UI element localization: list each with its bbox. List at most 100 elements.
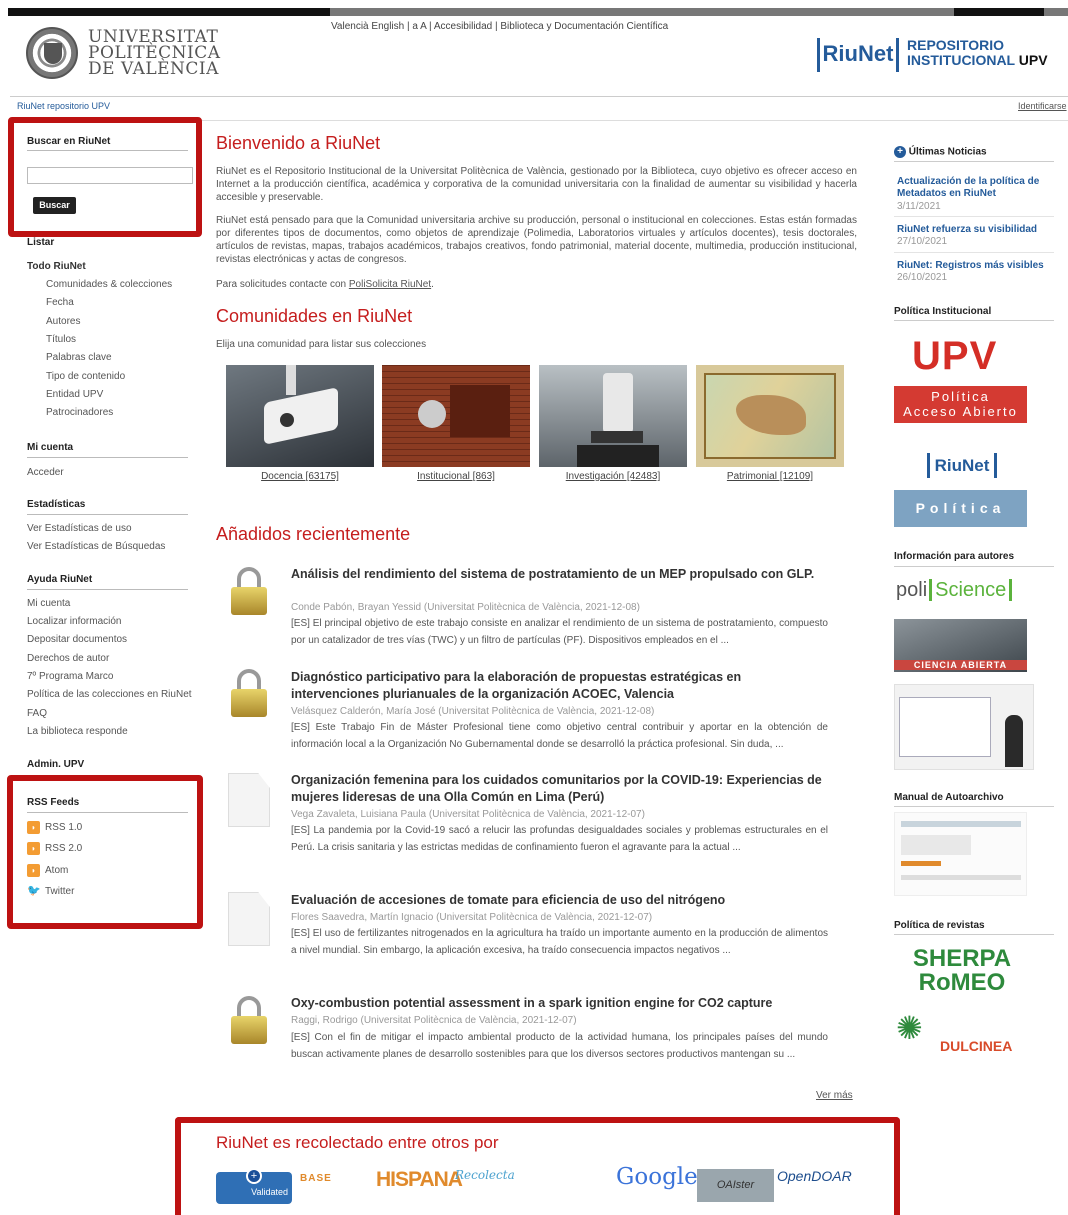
institucional-image[interactable]: [382, 365, 530, 467]
item-abstract: [ES] El principal objetivo de este traba…: [291, 618, 828, 646]
document-icon: [228, 773, 270, 827]
sherpa-romeo-logo[interactable]: SHERPA RoMEO: [898, 947, 1026, 995]
ayuda-biblioteca[interactable]: La biblioteca responde: [27, 726, 128, 737]
divider: [27, 812, 188, 813]
ayuda-title: Ayuda RiuNet: [27, 574, 93, 585]
ayuda-programa[interactable]: 7º Programa Marco: [27, 671, 113, 682]
news-item-date: 27/10/2021: [897, 236, 948, 247]
todo-riunet: Todo RiuNet: [27, 261, 86, 272]
ayuda-derechos[interactable]: Derechos de autor: [27, 653, 109, 664]
divider: [27, 150, 188, 151]
stats-uso-link[interactable]: Ver Estadísticas de uso: [27, 523, 132, 534]
autores-title: Información para autores: [894, 551, 1015, 562]
ayuda-depositar[interactable]: Depositar documentos: [27, 634, 127, 645]
browse-palabras[interactable]: Palabras clave: [46, 352, 112, 363]
browse-fecha[interactable]: Fecha: [46, 297, 74, 308]
news-item-date: 26/10/2021: [897, 272, 948, 283]
politica-banner[interactable]: Política: [894, 490, 1027, 527]
oaister-logo[interactable]: OAIster: [697, 1169, 774, 1202]
video-thumbnail[interactable]: [894, 684, 1034, 770]
item-title[interactable]: Diagnóstico participativo para la elabor…: [291, 669, 831, 703]
investigacion-link[interactable]: Investigación [42483]: [539, 471, 687, 482]
recolecta-logo[interactable]: Recolecta: [455, 1168, 515, 1182]
cuenta-title: Mi cuenta: [27, 442, 74, 453]
stats-title: Estadísticas: [27, 499, 86, 510]
news-item-title[interactable]: Actualización de la política de Metadato…: [897, 176, 1047, 200]
top-bar: [8, 8, 1068, 16]
comunidades-subtitle: Elija una comunidad para listar sus cole…: [216, 339, 427, 350]
ciencia-abierta-banner[interactable]: CIENCIA ABIERTA: [894, 619, 1027, 672]
search-button[interactable]: Buscar: [33, 197, 76, 214]
polisolicita-link[interactable]: PoliSolicita RiuNet: [349, 279, 431, 290]
swirl-icon: ✺: [896, 1010, 923, 1046]
search-input[interactable]: [27, 167, 193, 184]
contact-paragraph: Para solicitudes contacte con PoliSolici…: [216, 279, 434, 290]
patrimonial-link[interactable]: Patrimonial [12109]: [696, 471, 844, 482]
lock-icon: [231, 669, 267, 717]
ayuda-mi-cuenta[interactable]: Mi cuenta: [27, 598, 70, 609]
item-title[interactable]: Organización femenina para los cuidados …: [291, 772, 831, 806]
top-links[interactable]: Valencià English | a A | Accesibilidad |…: [331, 21, 668, 32]
stats-busquedas-link[interactable]: Ver Estadísticas de Búsquedas: [27, 541, 165, 552]
item-author: Velásquez Calderón, María José (Universi…: [291, 706, 655, 717]
intro-paragraph: RiuNet es el Repositorio Institucional d…: [216, 166, 857, 203]
plus-icon: +: [246, 1168, 262, 1184]
ayuda-faq[interactable]: FAQ: [27, 708, 47, 719]
validated-logo[interactable]: Validated +: [216, 1168, 292, 1204]
rss-icon: ◗: [27, 821, 40, 834]
docencia-link[interactable]: Docencia [63175]: [226, 471, 374, 482]
base-logo[interactable]: BASE: [300, 1173, 375, 1187]
item-title[interactable]: Evaluación de accesiones de tomate para …: [291, 892, 831, 909]
document-icon: [228, 892, 270, 946]
breadcrumb[interactable]: RiuNet repositorio UPV: [17, 101, 110, 111]
comunidades-title: Comunidades en RiuNet: [216, 306, 413, 326]
rss1-link[interactable]: ◗ RSS 1.0: [27, 821, 82, 834]
riunet-small-logo[interactable]: RiuNet: [927, 453, 997, 478]
welcome-title: Bienvenido a RiuNet: [216, 133, 381, 153]
twitter-link[interactable]: 🐦 Twitter: [27, 885, 74, 898]
login-link[interactable]: Identificarse: [1018, 101, 1067, 111]
ver-mas-link[interactable]: Ver más: [816, 1090, 853, 1101]
atom-link[interactable]: ◗ Atom: [27, 864, 68, 877]
manual-thumbnail[interactable]: [894, 812, 1027, 896]
ayuda-localizar[interactable]: Localizar información: [27, 616, 122, 627]
google-scholar-logo[interactable]: Google: [616, 1164, 698, 1190]
rss-icon: ◗: [27, 864, 40, 877]
rss2-link[interactable]: ◗ RSS 2.0: [27, 842, 82, 855]
rss-title: RSS Feeds: [27, 797, 80, 808]
ayuda-politica[interactable]: Política de las colecciones en RiuNet: [27, 689, 192, 700]
browse-comunidades[interactable]: Comunidades & colecciones: [46, 279, 172, 290]
admin-link[interactable]: Admin. UPV: [27, 759, 84, 770]
opendoar-logo[interactable]: OpenDOAR: [777, 1168, 852, 1184]
docencia-image[interactable]: [226, 365, 374, 467]
acceder-link[interactable]: Acceder: [27, 467, 64, 478]
upv-logo[interactable]: UPV: [912, 334, 997, 379]
browse-titulos[interactable]: Títulos: [46, 334, 76, 345]
hispana-logo[interactable]: HISPANA: [376, 1168, 463, 1192]
divider: [27, 457, 188, 458]
university-name[interactable]: UNIVERSITAT POLITÈCNICA DE VALÈNCIA: [88, 29, 221, 78]
browse-entidad[interactable]: Entidad UPV: [46, 389, 103, 400]
patrimonial-image[interactable]: [696, 365, 844, 467]
item-title[interactable]: Oxy-combustion potential assessment in a…: [291, 995, 831, 1012]
browse-autores[interactable]: Autores: [46, 316, 80, 327]
description-paragraph: RiuNet está pensado para que la Comunida…: [216, 215, 857, 265]
item-abstract: [ES] El uso de fertilizantes nitrogenado…: [291, 928, 828, 956]
browse-patrocinadores[interactable]: Patrocinadores: [46, 407, 113, 418]
news-item-title[interactable]: RiuNet refuerza su visibilidad: [897, 224, 1047, 236]
investigacion-image[interactable]: [539, 365, 687, 467]
dulcinea-logo[interactable]: ✺ DULCINEA: [896, 1010, 1030, 1056]
recent-title: Añadidos recientemente: [216, 524, 411, 544]
upv-open-access-banner[interactable]: Política Acceso Abierto: [894, 386, 1027, 423]
item-title[interactable]: Análisis del rendimiento del sistema de …: [291, 566, 831, 583]
header-divider: [10, 96, 1068, 97]
item-author: Vega Zavaleta, Luisiana Paula (Universit…: [291, 809, 645, 820]
riunet-logo[interactable]: RiuNet: [817, 38, 899, 72]
divider: [894, 216, 1054, 217]
news-item-title[interactable]: RiuNet: Registros más visibles: [897, 260, 1057, 272]
lock-icon: [231, 567, 267, 615]
upv-seal-logo[interactable]: [26, 27, 78, 79]
poliscience-logo[interactable]: poli Science: [896, 579, 1013, 602]
institucional-link[interactable]: Institucional [863]: [382, 471, 530, 482]
browse-tipo[interactable]: Tipo de contenido: [46, 371, 125, 382]
